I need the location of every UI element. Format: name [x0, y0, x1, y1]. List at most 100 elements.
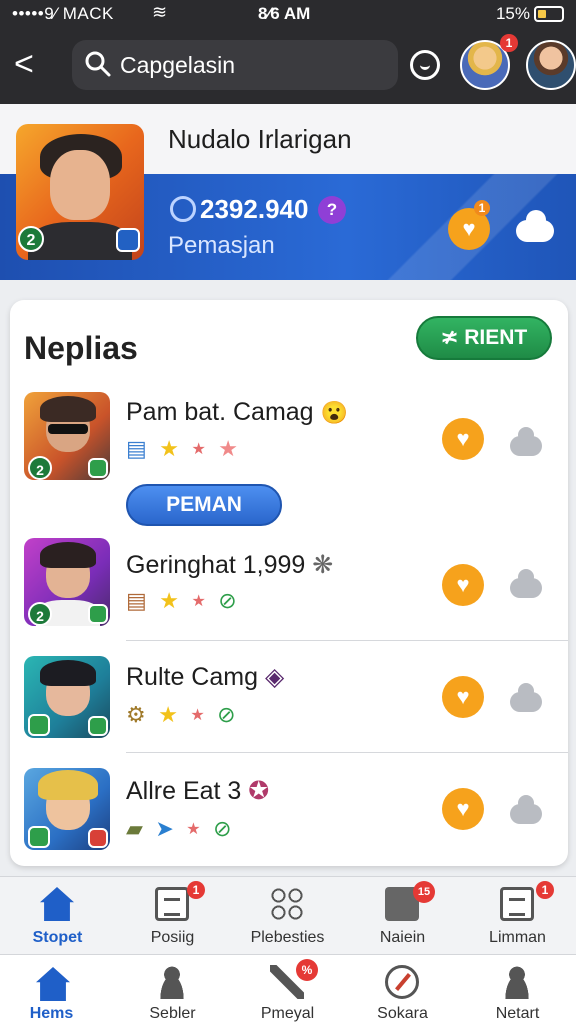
tab-posiig[interactable]: 1 Posiig: [115, 877, 230, 954]
item-icons: ⚙ ★ ★ ⊘: [126, 702, 244, 728]
item-tag-icon: [88, 828, 108, 848]
tab-label: Netart: [495, 1005, 540, 1022]
peman-button[interactable]: PEMAN: [126, 484, 282, 526]
item-title: Geringhat 1,999 ❋: [126, 550, 333, 580]
list-item[interactable]: 2 Geringhat 1,999 ❋ ▤ ★ ★ ⊘ ♥: [10, 538, 568, 642]
item-emoji: ◈: [264, 663, 285, 691]
tab-pmeyal[interactable]: % Pmeyal: [230, 955, 345, 1024]
gear-icon: ⚙: [126, 702, 146, 727]
item-cloud-icon[interactable]: [510, 795, 542, 824]
divider: [126, 640, 568, 641]
search-icon: [85, 51, 111, 77]
item-cloud-icon[interactable]: [510, 569, 542, 598]
tab-netart[interactable]: Netart: [460, 955, 575, 1024]
item-emoji: ❋: [312, 551, 334, 579]
level-badge: 2: [18, 226, 44, 252]
tab-label: Stopet: [32, 929, 83, 946]
gem-icon[interactable]: ?: [318, 196, 346, 224]
item-tag-icon: [28, 826, 50, 848]
tab-label: Limman: [489, 929, 546, 946]
avatar-badge: 1: [500, 34, 518, 52]
battery-icon: [534, 6, 564, 22]
status-bar: •••••9⁄ MACK ≋ 8⁄6 AM 15%: [0, 0, 576, 30]
rent-icon: ≭: [440, 326, 459, 349]
search-input[interactable]: Capgelasin: [120, 52, 235, 79]
coin-icon: [170, 196, 196, 222]
item-title: Rulte Camg ◈: [126, 662, 284, 692]
small-star-icon: ★: [191, 441, 206, 458]
cash-icon: ▰: [126, 816, 143, 841]
item-level-badge: 2: [28, 602, 52, 626]
item-title-text: Rulte Camg: [126, 663, 258, 691]
rent-button[interactable]: ≭ RIENT: [416, 316, 552, 360]
house-icon: [36, 967, 70, 1001]
star-icon: ★: [158, 702, 178, 727]
star-icon: ★: [159, 436, 179, 461]
item-title: Pam bat. Camag 😮: [126, 398, 348, 427]
item-tag-icon: [88, 604, 108, 624]
item-title-text: Allre Eat 3: [126, 777, 242, 805]
battery-percent: 15%: [495, 4, 530, 23]
tab-badge: %: [296, 959, 318, 981]
grid-dots-icon: [270, 887, 304, 921]
tab-label: Sebler: [149, 1005, 196, 1022]
item-favorite-button[interactable]: ♥: [442, 564, 484, 606]
search-bar[interactable]: Capgelasin: [72, 40, 398, 90]
person-icon: [155, 965, 189, 999]
refresh-icon[interactable]: [410, 50, 440, 80]
clock-label: 8⁄6 AM: [258, 4, 311, 23]
cloud-icon[interactable]: [516, 210, 554, 242]
divider: [126, 752, 568, 753]
list-item[interactable]: 2 Pam bat. Camag 😮 ▤ ★ ★ ★ ♥ PEMAN: [10, 392, 568, 538]
tab-naiein[interactable]: 15 Naiein: [345, 877, 460, 954]
compass-icon: [385, 965, 419, 999]
rent-button-label: RIENT: [464, 326, 528, 349]
wifi-icon: ≋: [152, 2, 168, 22]
stack-icon: ▤: [126, 436, 147, 461]
tab-plebesties[interactable]: Plebesties: [230, 877, 345, 954]
tab-sebler[interactable]: Sebler: [115, 955, 230, 1024]
profile-name: Nudalo Irlarigan: [168, 124, 352, 154]
tab-stopet[interactable]: Stopet: [0, 877, 115, 954]
item-cloud-icon[interactable]: [510, 427, 542, 456]
leaf-icon: ⊘: [218, 588, 237, 613]
item-favorite-button[interactable]: ♥: [442, 418, 484, 460]
stack-icon: ▤: [126, 588, 147, 613]
top-bar: •••••9⁄ MACK ≋ 8⁄6 AM 15% < Capgelasin 1: [0, 0, 576, 104]
item-tag-icon: [88, 716, 108, 736]
paper-plane-icon: ➤: [155, 816, 174, 841]
item-favorite-button[interactable]: ♥: [442, 676, 484, 718]
item-icons: ▤ ★ ★ ⊘: [126, 588, 245, 614]
small-star-icon: ★: [191, 593, 206, 610]
tab-label: Posiig: [150, 929, 195, 946]
document-icon: [155, 887, 189, 921]
avatar-secondary[interactable]: [526, 40, 576, 90]
list-item[interactable]: Allre Eat 3 ✪ ▰ ➤ ★ ⊘ ♥: [10, 768, 568, 858]
tab-label: Pmeyal: [260, 1005, 315, 1022]
favorite-badge: 1: [474, 200, 490, 216]
profile-header: 2 Nudalo Irlarigan 2392.940 ? Pemasjan ♥…: [0, 104, 576, 280]
tab-label: Hems: [29, 1005, 74, 1022]
item-cloud-icon[interactable]: [510, 683, 542, 712]
item-favorite-button[interactable]: ♥: [442, 788, 484, 830]
item-icons: ▤ ★ ★ ★: [126, 436, 246, 462]
person-icon: [500, 965, 534, 999]
leaf-icon: ⊘: [213, 816, 232, 841]
tab-badge: 1: [536, 881, 554, 899]
tab-limman[interactable]: 1 Limman: [460, 877, 575, 954]
tab-badge: 15: [413, 881, 435, 903]
tab-bar-primary: Stopet 1 Posiig Plebesties 15 Naiein 1 L…: [0, 876, 576, 954]
back-button[interactable]: <: [14, 46, 46, 86]
item-title: Allre Eat 3 ✪: [126, 776, 269, 806]
tab-hems[interactable]: Hems: [0, 955, 115, 1024]
small-star-icon: ★: [190, 707, 205, 724]
tab-sokara[interactable]: Sokara: [345, 955, 460, 1024]
card-icon: [116, 228, 140, 252]
item-icons: ▰ ➤ ★ ⊘: [126, 816, 240, 842]
list-item[interactable]: Rulte Camg ◈ ⚙ ★ ★ ⊘ ♥: [10, 656, 568, 752]
leaf-icon: ⊘: [217, 702, 236, 727]
item-level-badge: 2: [28, 456, 52, 480]
star-outline-icon: ★: [218, 436, 238, 461]
house-icon: [40, 887, 74, 921]
tab-badge: 1: [187, 881, 205, 899]
